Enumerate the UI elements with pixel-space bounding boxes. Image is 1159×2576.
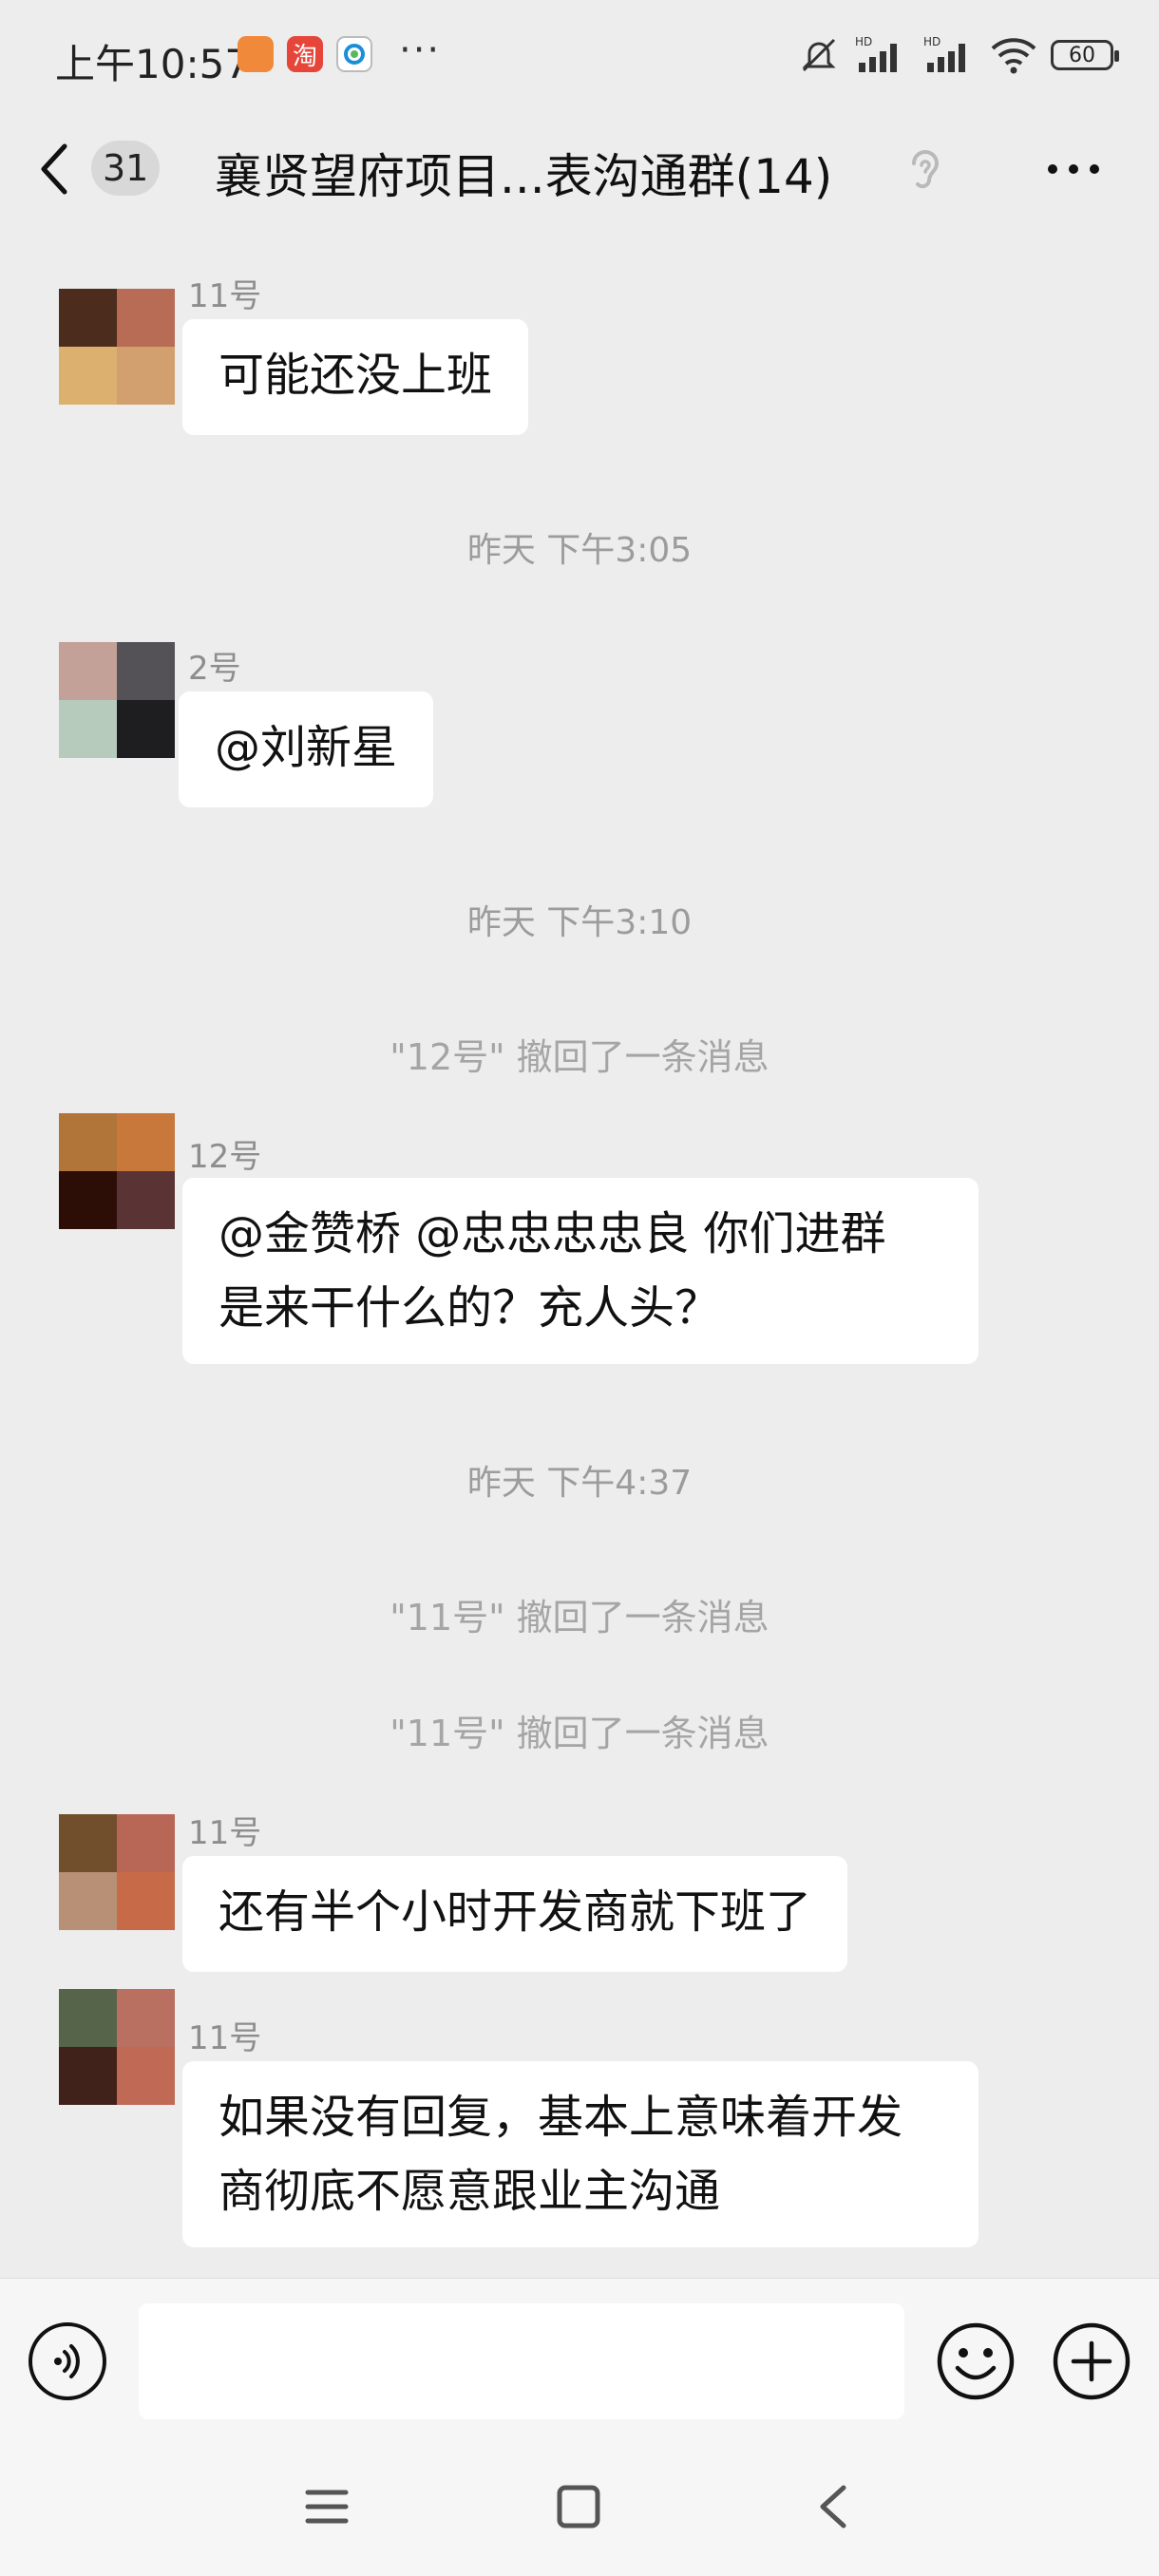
chat-title: 襄贤望府项目...表沟通群(14) xyxy=(215,149,833,204)
home-square-icon[interactable] xyxy=(555,2483,602,2530)
taobao-icon: 淘 xyxy=(287,36,323,72)
plus-icon[interactable] xyxy=(1051,2320,1132,2402)
message-line: 如果没有回复，基本上意味着开发 xyxy=(218,2091,903,2144)
message-bubble[interactable]: @金赞桥 @忠忠忠忠良 你们进群 是来干什么的？充人头？ xyxy=(182,1178,978,1364)
back-chevron-icon xyxy=(41,143,67,195)
sender-name: 2号 xyxy=(188,650,241,688)
system-nav-bar xyxy=(0,2445,1159,2576)
chat-header: 31 襄贤望府项目...表沟通群(14) xyxy=(0,116,1159,220)
time-divider: 昨天 下午3:05 xyxy=(466,531,693,570)
recall-notice: "11号" 撤回了一条消息 xyxy=(390,1597,770,1638)
voice-button[interactable] xyxy=(28,2322,106,2400)
status-time: 上午10:57 xyxy=(55,41,251,87)
china-mobile-icon xyxy=(336,36,372,72)
avatar[interactable] xyxy=(59,1989,175,2105)
sender-name: 11号 xyxy=(188,277,262,315)
back-button[interactable]: 31 xyxy=(38,137,190,203)
message-line: @金赞桥 @忠忠忠忠良 你们进群 xyxy=(218,1207,886,1260)
avatar[interactable] xyxy=(59,1113,175,1229)
back-triangle-icon[interactable] xyxy=(813,2483,851,2530)
recall-notice: "11号" 撤回了一条消息 xyxy=(390,1713,770,1754)
wifi-icon xyxy=(991,38,1036,74)
signal-hd-icon: HD xyxy=(923,35,965,72)
recall-notice: "12号" 撤回了一条消息 xyxy=(390,1036,770,1078)
message-bubble[interactable]: 如果没有回复，基本上意味着开发 商彻底不愿意跟业主沟通 xyxy=(182,2061,978,2247)
status-right-icons: HD HD 60 xyxy=(798,34,1119,76)
time-divider: 昨天 下午4:37 xyxy=(466,1464,693,1503)
signal-hd-icon: HD xyxy=(855,35,897,72)
status-more-dots: ··· xyxy=(399,28,442,72)
svg-text:HD: HD xyxy=(923,35,940,48)
mi-app-icon xyxy=(238,36,274,72)
avatar[interactable] xyxy=(59,289,175,405)
time-divider: 昨天 下午3:10 xyxy=(466,903,693,942)
ear-icon[interactable] xyxy=(901,144,948,198)
sender-name: 12号 xyxy=(188,1138,262,1176)
avatar[interactable] xyxy=(59,642,175,758)
message-line: 是来干什么的？充人头？ xyxy=(218,1281,721,1335)
sender-name: 11号 xyxy=(188,1814,262,1852)
unread-count-badge: 31 xyxy=(91,141,161,196)
menu-icon[interactable] xyxy=(304,2483,350,2530)
mute-bell-icon xyxy=(802,38,836,72)
input-bar xyxy=(0,2278,1159,2446)
avatar[interactable] xyxy=(59,1814,175,1930)
message-bubble[interactable]: 可能还没上班 xyxy=(182,319,529,435)
message-bubble[interactable]: 还有半个小时开发商就下班了 xyxy=(182,1856,848,1972)
voice-icon xyxy=(54,2344,80,2378)
sender-name: 11号 xyxy=(188,2019,262,2057)
message-line: 商彻底不愿意跟业主沟通 xyxy=(218,2165,721,2218)
battery-icon: 60 xyxy=(1051,40,1119,70)
emoji-icon[interactable] xyxy=(935,2320,1016,2402)
more-dots-icon[interactable] xyxy=(1045,161,1102,177)
message-input[interactable] xyxy=(139,2303,904,2419)
status-bar: 上午10:57 淘 ··· HD HD 60 xyxy=(0,0,1159,114)
message-bubble[interactable]: @刘新星 xyxy=(179,691,434,807)
svg-text:HD: HD xyxy=(855,35,872,48)
